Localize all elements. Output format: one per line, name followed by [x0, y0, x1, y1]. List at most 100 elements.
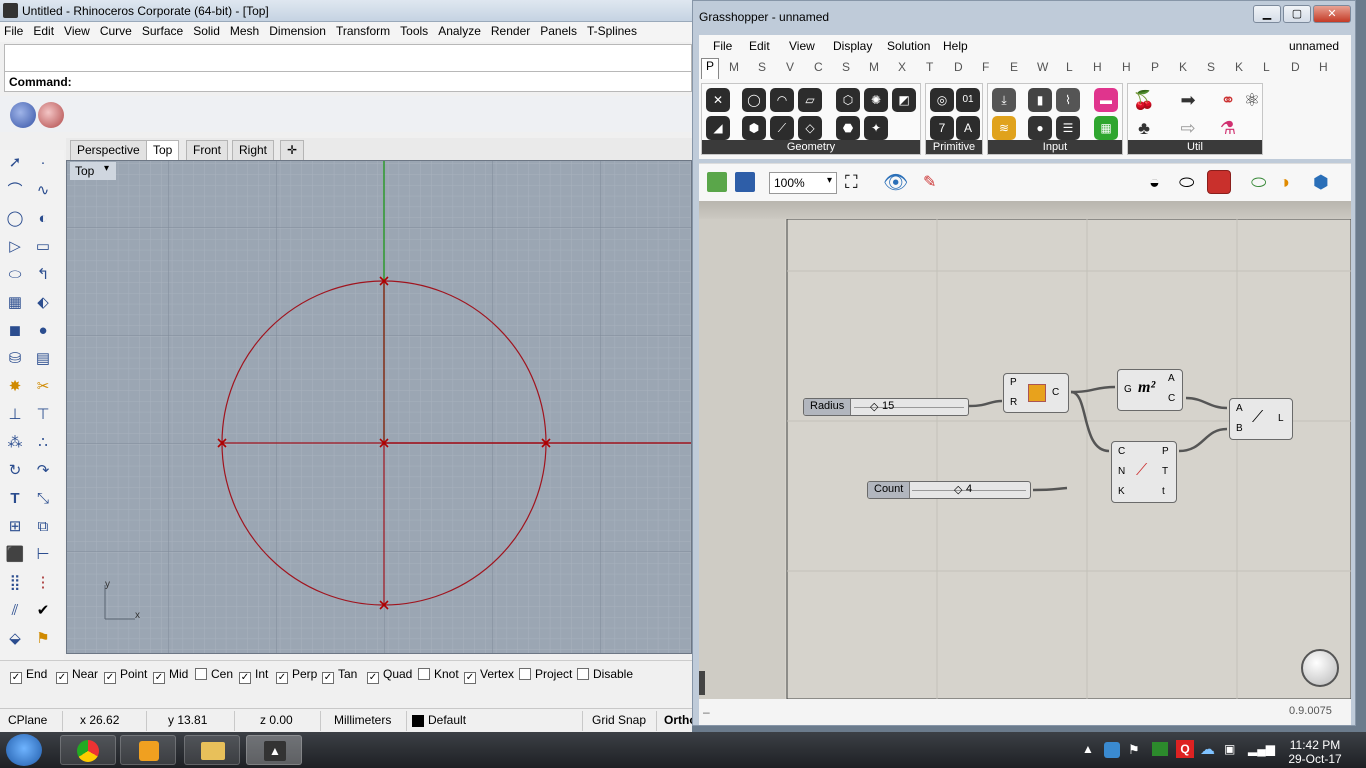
osnap-vertex[interactable]: ✓ Vertex: [464, 667, 514, 684]
menu-mesh[interactable]: Mesh: [226, 22, 263, 40]
util-cherry-icon[interactable]: 🍒: [1132, 88, 1156, 112]
util-flask-icon[interactable]: ⚗: [1216, 116, 1240, 140]
input-download-icon[interactable]: ⤓: [992, 88, 1016, 112]
menu-edit[interactable]: Edit: [29, 22, 58, 40]
zoom-select[interactable]: 100% ▾: [769, 172, 837, 194]
menu-solid[interactable]: Solid: [189, 22, 224, 40]
polyline-icon[interactable]: ⌒: [4, 180, 26, 202]
top-viewport[interactable]: y x: [66, 160, 692, 654]
gh-tab-p2[interactable]: P: [1151, 60, 1159, 74]
util-arrow-icon[interactable]: ➡: [1176, 88, 1200, 112]
tray-flag-icon[interactable]: ⚑: [1128, 742, 1140, 758]
osnap-project[interactable]: Project: [519, 667, 572, 681]
menu-curve[interactable]: Curve: [96, 22, 136, 40]
menu-tools[interactable]: Tools: [396, 22, 432, 40]
param-number-icon[interactable]: 7: [930, 116, 954, 140]
param-group-icon[interactable]: ⬢: [742, 116, 766, 140]
viewport-title[interactable]: Top ▾: [70, 162, 116, 180]
grasshopper-canvas[interactable]: Radius ◇ 15 Count ◇ 4 P R C G m² A C C N…: [699, 201, 1351, 699]
mesh-sphere-icon[interactable]: [38, 102, 64, 128]
gh-tab-w[interactable]: W: [1037, 60, 1048, 74]
gh-menu-solution[interactable]: Solution: [887, 39, 930, 53]
mirror-icon[interactable]: ⧉: [32, 516, 54, 538]
array-icon[interactable]: ⊞: [4, 516, 26, 538]
add-viewport-tab-icon[interactable]: ✛: [280, 140, 305, 160]
arc-icon[interactable]: ◐: [32, 208, 54, 230]
light-icon[interactable]: ⚑: [32, 628, 54, 650]
gh-tab-f[interactable]: F: [982, 60, 989, 74]
osnap-cen[interactable]: Cen: [195, 667, 233, 681]
tray-nvidia-icon[interactable]: [1152, 742, 1168, 756]
taskbar-rhino-icon[interactable]: ▲: [246, 735, 302, 765]
menu-render[interactable]: Render: [487, 22, 534, 40]
taskbar-clock[interactable]: 11:42 PM 29-Oct-17: [1270, 736, 1360, 766]
canvas-navigator-icon[interactable]: [1301, 649, 1339, 687]
scale-icon[interactable]: ⤡: [32, 488, 54, 510]
preview-wire-icon[interactable]: ⬭: [1179, 172, 1194, 193]
param-brep-icon[interactable]: ⬡: [836, 88, 860, 112]
slider-grip-icon[interactable]: ◇: [870, 400, 878, 413]
zoom-extents-icon[interactable]: ⛶: [845, 172, 858, 193]
open-file-icon[interactable]: [707, 172, 727, 192]
layout-icon[interactable]: ⫽: [4, 600, 26, 622]
param-plane-icon[interactable]: ◇: [798, 116, 822, 140]
gh-menu-display[interactable]: Display: [833, 39, 872, 53]
sphere-icon[interactable]: ●: [32, 320, 54, 342]
start-button-icon[interactable]: [6, 734, 42, 766]
preview-selected-icon[interactable]: ⬭: [1251, 172, 1266, 193]
tray-device-icon[interactable]: ▣: [1224, 742, 1235, 756]
move-icon[interactable]: ↷: [32, 460, 54, 482]
mesh-plane-icon[interactable]: ▤: [32, 348, 54, 370]
util-relay-icon[interactable]: ⇨: [1176, 116, 1200, 140]
input-button-icon[interactable]: ●: [1028, 116, 1052, 140]
gh-tab-d2[interactable]: D: [1291, 60, 1300, 74]
select-arrow-icon[interactable]: ➚: [4, 152, 26, 174]
tab-perspective[interactable]: Perspective: [70, 140, 147, 160]
gh-tab-l[interactable]: L: [1066, 60, 1073, 74]
osnap-tan[interactable]: ✓ Tan: [322, 667, 357, 684]
input-swatch-icon[interactable]: ▦: [1094, 116, 1118, 140]
close-icon[interactable]: ✕: [1313, 5, 1351, 23]
ellipse-icon[interactable]: ⬭: [4, 264, 26, 286]
param-vector-icon[interactable]: ✦: [864, 116, 888, 140]
explode-icon[interactable]: ✸: [4, 376, 26, 398]
box-icon[interactable]: ◼: [4, 320, 26, 342]
osnap-knot[interactable]: Knot: [418, 667, 459, 681]
gh-tab-k1[interactable]: K: [1179, 60, 1187, 74]
preview-eye-icon[interactable]: 👁: [883, 170, 908, 195]
status-grid-snap[interactable]: Grid Snap: [592, 713, 646, 727]
param-line-icon[interactable]: ⟋: [770, 116, 794, 140]
gh-tab-display[interactable]: D: [954, 60, 963, 74]
group-icon[interactable]: ⁂: [4, 432, 26, 454]
check-icon[interactable]: ✔: [32, 600, 54, 622]
gh-tab-intersect[interactable]: X: [898, 60, 906, 74]
count-slider[interactable]: Count ◇ 4: [867, 481, 1031, 499]
osnap-int[interactable]: ✓ Int: [239, 667, 268, 684]
param-integer-icon[interactable]: 01: [956, 88, 980, 112]
taskbar-media-icon[interactable]: [120, 735, 176, 765]
gh-menu-help[interactable]: Help: [943, 39, 968, 53]
tab-top[interactable]: Top: [146, 140, 180, 160]
osnap-near[interactable]: ✓ Near: [56, 667, 98, 684]
menu-tsplines[interactable]: T-Splines: [583, 22, 641, 40]
param-x-icon[interactable]: ✕: [706, 88, 730, 112]
param-curve-icon[interactable]: ◢: [706, 116, 730, 140]
rectangle-icon[interactable]: ▭: [32, 236, 54, 258]
menu-dimension[interactable]: Dimension: [265, 22, 330, 40]
gh-tab-k2[interactable]: K: [1235, 60, 1243, 74]
preview-shaded-icon[interactable]: [1207, 170, 1231, 194]
tray-q-icon[interactable]: Q: [1176, 740, 1194, 758]
gh-tab-sets[interactable]: S: [758, 60, 766, 74]
param-arc-icon[interactable]: ◠: [770, 88, 794, 112]
tray-show-hidden-icon[interactable]: ▲: [1082, 742, 1094, 756]
align-icon[interactable]: ⋮: [32, 572, 54, 594]
input-image-sampler-icon[interactable]: ≋: [992, 116, 1016, 140]
input-list-icon[interactable]: ☰: [1056, 116, 1080, 140]
rhino-title-bar[interactable]: Untitled - Rhinoceros Corporate (64-bit)…: [0, 0, 692, 22]
status-layer[interactable]: Default: [428, 713, 466, 727]
gh-menu-edit[interactable]: Edit: [749, 39, 770, 53]
solid-box-icon[interactable]: ⬛: [4, 544, 26, 566]
gh-tab-vector[interactable]: V: [786, 60, 794, 74]
util-cluster-icon[interactable]: ⚭: [1216, 88, 1240, 112]
taskbar-explorer-icon[interactable]: [184, 735, 240, 765]
